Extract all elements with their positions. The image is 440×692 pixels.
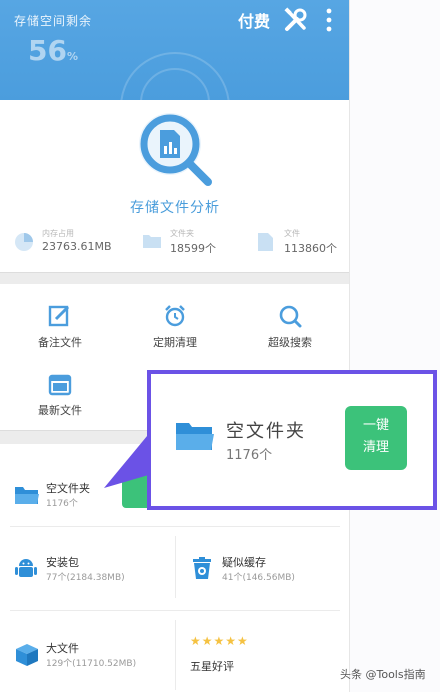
suspect-cache-title: 疑似缓存 xyxy=(222,556,266,569)
stat-files-label: 文件 xyxy=(284,229,300,238)
section-divider xyxy=(0,272,349,284)
storage-percent-unit: % xyxy=(66,50,78,63)
big-file-title: 大文件 xyxy=(46,642,79,655)
callout-count: 1176个 xyxy=(226,448,273,463)
calendar-new-icon xyxy=(48,374,72,396)
big-file-count: 129个(11710.52MB) xyxy=(46,659,137,669)
tools-icon[interactable] xyxy=(282,6,310,34)
tool-note-files[interactable]: 备注文件 xyxy=(2,288,118,349)
storage-remaining-label: 存储空间剩余 xyxy=(14,14,93,28)
folder-open-icon xyxy=(15,487,39,504)
storage-analysis-card: 存储文件分析 内存占用 23763.61MB 文件夹 18599个 文件 113… xyxy=(0,100,349,272)
more-icon[interactable] xyxy=(324,8,334,32)
watermark: 头条 @Tools指南 xyxy=(340,668,426,681)
suspect-cache-count: 41个(146.56MB) xyxy=(222,573,295,583)
divider xyxy=(10,526,340,527)
stat-files-value: 113860个 xyxy=(284,242,337,255)
empty-folder-clean-button-partial[interactable] xyxy=(122,470,150,508)
phone-screen: 存储空间剩余 56% 付费 存储文件分析 内存占用 23763.61MB 文件夹… xyxy=(0,0,350,692)
stars-icon: ★★★★★ xyxy=(190,634,249,648)
stat-memory-value: 23763.61MB xyxy=(42,240,112,253)
big-file-item[interactable]: 大文件 129个(11710.52MB) xyxy=(0,620,170,686)
tool-scheduled-clean-label: 定期清理 xyxy=(153,336,197,349)
trash-cache-icon xyxy=(193,557,211,579)
folder-open-icon xyxy=(176,423,214,450)
storage-header: 存储空间剩余 56% 付费 xyxy=(0,0,349,100)
divider xyxy=(10,610,340,611)
tool-latest-files[interactable]: 最新文件 xyxy=(2,356,118,417)
tool-note-files-label: 备注文件 xyxy=(38,336,82,349)
empty-folder-count: 1176个 xyxy=(46,499,78,509)
stat-memory-label: 内存占用 xyxy=(42,229,74,238)
callout-zoom-box: 空文件夹 1176个 一键 清理 xyxy=(147,370,437,510)
rate-five-stars-item[interactable]: ★★★★★ 五星好评 xyxy=(176,620,346,686)
tool-super-search-label: 超级搜索 xyxy=(268,336,312,349)
tool-super-search[interactable]: 超级搜索 xyxy=(232,288,348,349)
edit-note-icon xyxy=(48,305,70,327)
stat-folders-label: 文件夹 xyxy=(170,229,194,238)
rate-five-stars-title: 五星好评 xyxy=(190,660,234,673)
file-icon xyxy=(258,233,273,251)
pay-button[interactable]: 付费 xyxy=(238,8,270,32)
stat-folders-value: 18599个 xyxy=(170,242,216,255)
storage-percent: 56% xyxy=(28,34,78,67)
tool-latest-files-label: 最新文件 xyxy=(38,404,82,417)
page-background xyxy=(350,0,440,692)
search-icon xyxy=(279,305,302,328)
pie-chart-icon xyxy=(15,233,33,251)
callout-title: 空文件夹 xyxy=(226,421,306,442)
suspect-cache-item[interactable]: 疑似缓存 41个(146.56MB) xyxy=(176,536,346,598)
folder-icon xyxy=(143,235,161,248)
storage-percent-value: 56 xyxy=(28,34,67,67)
empty-folder-title: 空文件夹 xyxy=(46,482,90,495)
alarm-clock-icon xyxy=(165,305,185,327)
file-analysis-title[interactable]: 存储文件分析 xyxy=(0,197,349,217)
apk-count: 77个(2184.38MB) xyxy=(46,573,125,583)
file-analysis-icon[interactable] xyxy=(134,108,218,190)
apk-item[interactable]: 安装包 77个(2184.38MB) xyxy=(0,536,170,598)
apk-title: 安装包 xyxy=(46,556,79,569)
box-icon xyxy=(16,644,38,666)
tool-scheduled-clean[interactable]: 定期清理 xyxy=(117,288,233,349)
android-icon xyxy=(15,559,37,577)
one-click-clean-button[interactable]: 一键 清理 xyxy=(345,406,407,470)
